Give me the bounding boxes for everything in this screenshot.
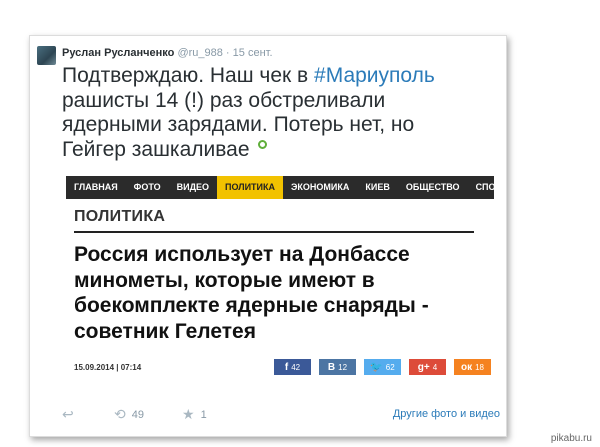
section-title: ПОЛИТИКА (74, 208, 166, 225)
nav-item[interactable]: СПОР (468, 176, 494, 199)
author-handle[interactable]: @ru_988 (177, 47, 222, 59)
retweet-count: 49 (131, 408, 144, 421)
emoji-icon (257, 139, 267, 149)
share-count: 62 (385, 362, 395, 372)
nav-item[interactable]: ЭКОНОМИКА (283, 176, 357, 199)
tweet-date[interactable]: 15 сент. (233, 47, 273, 59)
retweet-icon: ⟲ (114, 406, 126, 422)
share-count: 12 (338, 362, 348, 372)
avatar[interactable] (37, 46, 56, 65)
section-divider (74, 231, 474, 233)
article-date: 15.09.2014 | 07:14 (74, 363, 142, 372)
share-buttons: f 42 В 12 🐦 62 g+ 4 ок 18 (274, 359, 491, 375)
article-headline: Россия использует на Донбассе минометы, … (74, 243, 429, 343)
nav-item[interactable]: ФОТО (126, 176, 169, 199)
more-media-link[interactable]: Другие фото и видео (393, 408, 500, 420)
favorite-button[interactable]: ★ 1 (182, 406, 207, 423)
site-navbar: ГЛАВНАЯ ФОТО ВИДЕО ПОЛИТИКА ЭКОНОМИКА КИЕВ ОБЩ… (66, 176, 494, 199)
nav-item[interactable]: КИЕВ (357, 176, 397, 199)
tweet-text-end: рашисты 14 (!) раз обстреливали ядерными… (62, 88, 415, 161)
twitter-share-button[interactable]: 🐦 62 (364, 359, 401, 375)
favorite-count: 1 (200, 408, 207, 421)
tweet-text-start: Подтверждаю. Наш чек в (62, 64, 315, 87)
vk-share-button[interactable]: В 12 (319, 359, 356, 375)
tweet-actions: ↩ ⟲ 49 ★ 1 Другие фото и видео (62, 406, 500, 424)
odnoklassniki-share-button[interactable]: ок 18 (454, 359, 491, 375)
share-count: 42 (291, 362, 301, 372)
google-plus-share-button[interactable]: g+ 4 (409, 359, 446, 375)
tweet-text: Подтверждаю. Наш чек в #Мариуполь рашист… (62, 64, 482, 162)
facebook-icon: f (284, 361, 289, 373)
nav-item[interactable]: ПОЛИТИКА (217, 176, 284, 199)
nav-item[interactable]: ГЛАВНАЯ (66, 176, 126, 199)
twitter-icon: 🐦 (370, 361, 383, 373)
author-name[interactable]: Руслан Русланченко (62, 47, 174, 59)
star-icon: ★ (182, 406, 195, 422)
hashtag-link[interactable]: #Мариуполь (314, 64, 435, 87)
reply-icon: ↩ (62, 406, 74, 422)
share-count: 4 (432, 362, 438, 372)
nav-item[interactable]: ОБЩЕСТВО (398, 176, 468, 199)
reply-button[interactable]: ↩ (62, 406, 74, 423)
facebook-share-button[interactable]: f 42 (274, 359, 311, 375)
tweet-card: Руслан Русланченко @ru_988 · 15 сент. По… (29, 35, 507, 437)
google-plus-icon: g+ (417, 361, 430, 373)
pikabu-watermark: pikabu.ru (550, 433, 592, 444)
share-count: 18 (475, 362, 485, 372)
odnoklassniki-icon: ок (460, 361, 473, 373)
meta-separator: · (222, 47, 233, 59)
nav-item[interactable]: ВИДЕО (169, 176, 217, 199)
embedded-screenshot[interactable]: ГЛАВНАЯ ФОТО ВИДЕО ПОЛИТИКА ЭКОНОМИКА КИЕВ ОБЩ… (66, 176, 494, 388)
vk-icon: В (327, 361, 336, 373)
tweet-header: Руслан Русланченко @ru_988 · 15 сент. (62, 47, 273, 59)
retweet-button[interactable]: ⟲ 49 (114, 406, 144, 423)
